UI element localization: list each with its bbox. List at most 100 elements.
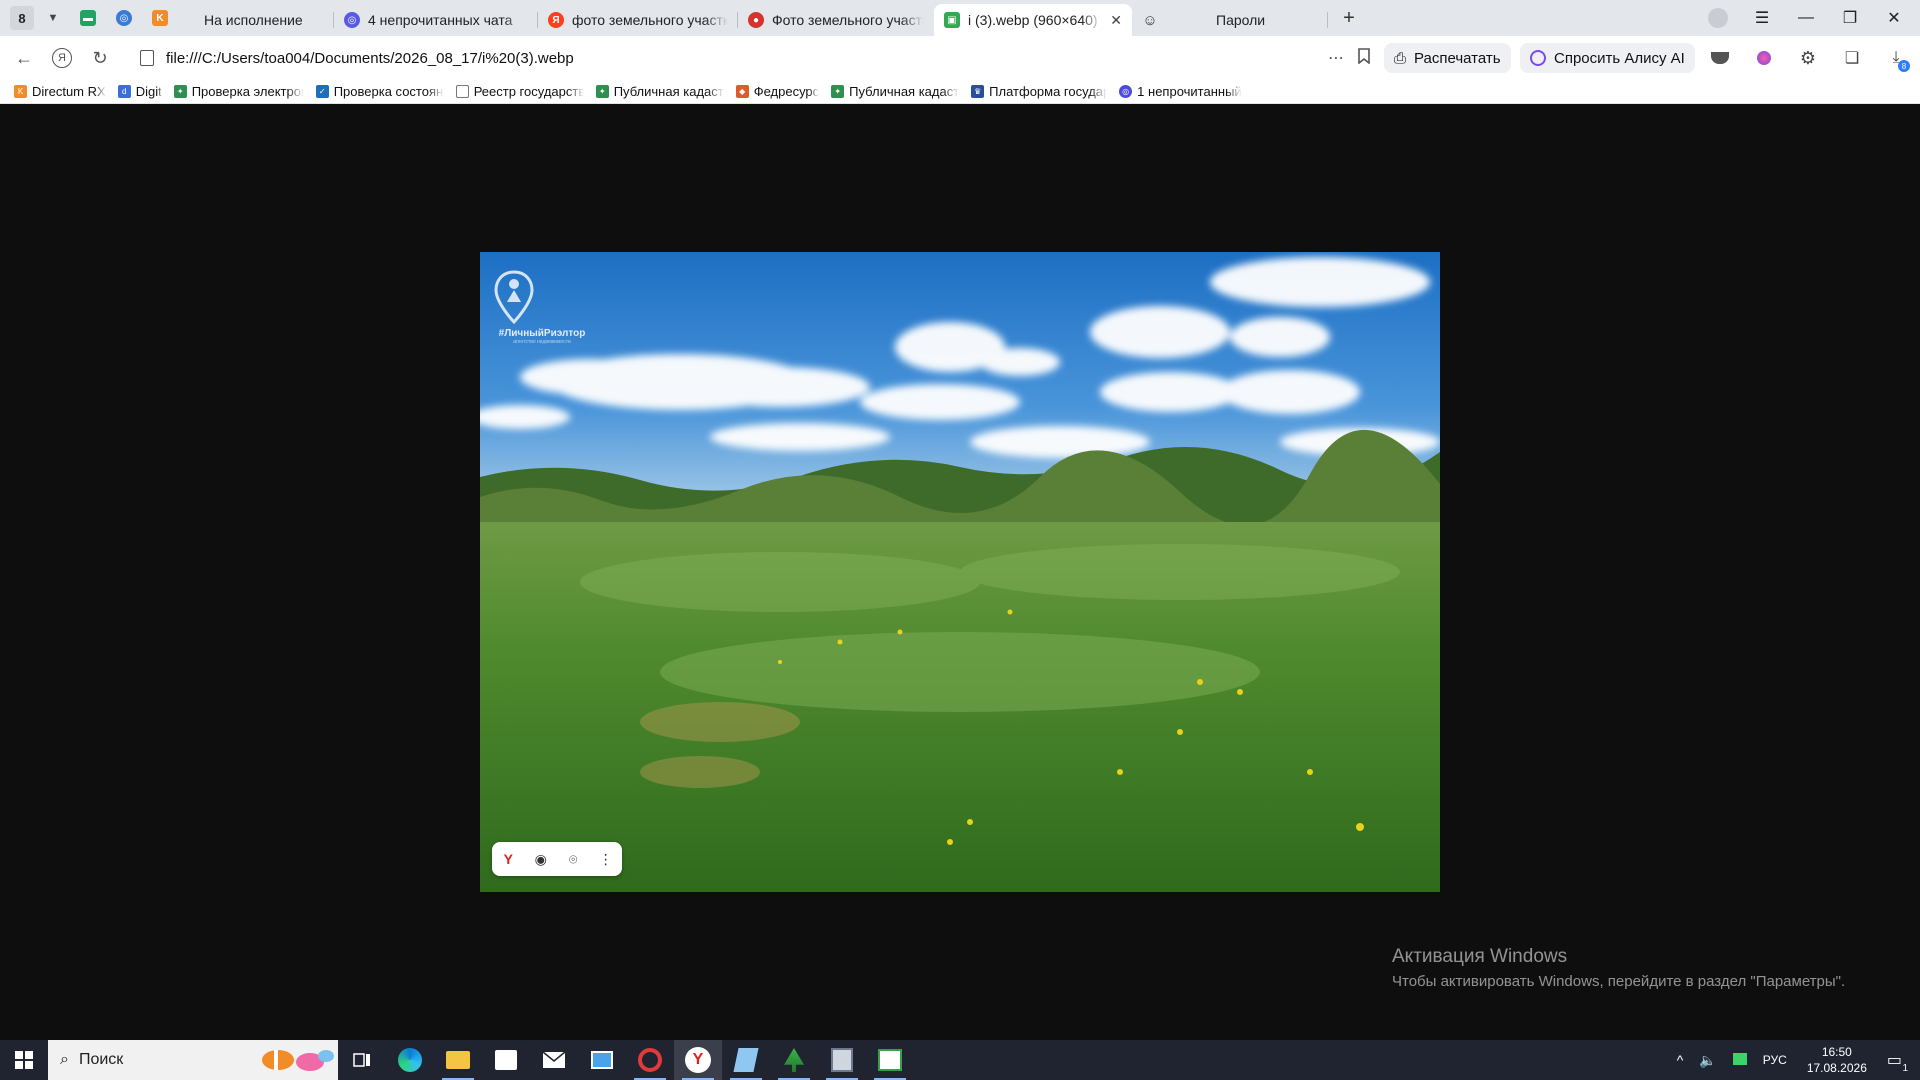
image-viewport: #ЛичныйРиэлтор агентство недвижимости Y …: [0, 104, 1920, 1040]
messenger-icon: ◎: [116, 10, 132, 26]
tab-yandex-search[interactable]: Я фото земельного участка: [538, 5, 738, 35]
extensions-puzzle-icon[interactable]: ⚙: [1796, 46, 1820, 70]
address-url[interactable]: file:///C:/Users/toa004/Documents/2026_0…: [166, 50, 574, 67]
bookmark-favicon-icon: ✓: [315, 85, 329, 98]
mail-icon[interactable]: [530, 1040, 578, 1080]
c-app-icon[interactable]: [626, 1040, 674, 1080]
sheets-icon: ▬: [80, 10, 96, 26]
field-photo[interactable]: #ЛичныйРиэлтор агентство недвижимости Y …: [480, 252, 1440, 892]
volume-muted-icon[interactable]: 🔈: [1699, 1052, 1716, 1069]
address-bar[interactable]: file:///C:/Users/toa004/Documents/2026_0…: [140, 44, 1370, 72]
ask-alice-label: Спросить Алису AI: [1554, 49, 1685, 67]
search-icon: ⌕: [60, 1051, 69, 1068]
bookmark-item[interactable]: ✓Проверка состояния: [315, 84, 444, 99]
store-icon[interactable]: [482, 1040, 530, 1080]
pinned-tab-sheets[interactable]: ▬: [74, 4, 102, 32]
tab-passwords[interactable]: ☺ Пароли: [1132, 5, 1328, 35]
restore-icon[interactable]: ❐: [1828, 0, 1872, 36]
bookmark-item[interactable]: ✦Проверка электронной: [173, 84, 304, 99]
minimize-icon[interactable]: —: [1784, 0, 1828, 36]
file-explorer-icon[interactable]: [434, 1040, 482, 1080]
downloads-icon[interactable]: ⤓ 8: [1884, 46, 1910, 72]
more-vertical-icon[interactable]: ⋮: [594, 847, 618, 871]
close-window-icon[interactable]: ✕: [1872, 0, 1916, 36]
landscape-image: [480, 252, 1440, 892]
passwords-icon: ☺: [1142, 11, 1158, 29]
tab-title: Пароли: [1216, 12, 1266, 28]
taskbar: ⌕ Поиск Y ^ 🔈 РУС 16:50 17.08.2026 ▭ 1: [0, 1040, 1920, 1080]
control-panel-icon[interactable]: [578, 1040, 626, 1080]
tab-land-photo[interactable]: ● Фото земельного участка: [738, 5, 934, 35]
collections-icon[interactable]: ❏: [1840, 46, 1864, 70]
tab-webp-image[interactable]: ▣ i (3).webp (960×640) ✕: [934, 4, 1132, 36]
tab-title: На исполнение: [204, 12, 303, 28]
bookmark-item[interactable]: ✦Публичная кадастровая: [595, 84, 724, 99]
yandex-search-icon[interactable]: Y: [496, 847, 520, 871]
yandex-browser-icon[interactable]: Y: [674, 1040, 722, 1080]
notifications-icon[interactable]: ▭ 1: [1887, 1050, 1908, 1074]
network-icon[interactable]: [1732, 1052, 1747, 1068]
tab-title: i (3).webp (960×640): [968, 12, 1098, 28]
tab-title: фото земельного участка: [572, 12, 728, 28]
tab-list-chevron-icon[interactable]: ▼: [40, 5, 66, 31]
camera-search-icon[interactable]: ⌾: [561, 847, 585, 871]
bookmark-item[interactable]: ◆ Федресурс: [735, 84, 819, 99]
messenger-icon: ◎: [344, 12, 360, 28]
bookmark-item[interactable]: ✦Публичная кадастровая: [831, 84, 959, 99]
activation-subtitle: Чтобы активировать Windows, перейдите в …: [1392, 973, 1846, 990]
network-app-icon[interactable]: [866, 1040, 914, 1080]
watermark-tagline: агентство недвижимости: [513, 339, 571, 345]
close-tab-icon[interactable]: ✕: [1110, 12, 1122, 29]
new-tab-button[interactable]: +: [1336, 5, 1362, 31]
profile-avatar-icon[interactable]: [1696, 0, 1740, 36]
taskbar-search[interactable]: ⌕ Поиск: [48, 1040, 338, 1080]
bookmark-icon[interactable]: [1358, 47, 1370, 69]
extension-shield-icon[interactable]: [1708, 46, 1732, 70]
reload-icon[interactable]: ↻: [84, 42, 116, 74]
search-highlight-image: [256, 1044, 334, 1076]
document-scan-icon[interactable]: [818, 1040, 866, 1080]
tab-strip: 8 ▼ ▬ ◎ K На исполнение ◎ 4 непрочитанны…: [0, 0, 1920, 36]
tab-na-ispolnenie[interactable]: На исполнение: [174, 5, 334, 35]
more-dots-icon[interactable]: ⋯: [1328, 48, 1344, 68]
bookmarks-bar: KDirectum RX dDigit ✦Проверка электронно…: [0, 80, 1920, 104]
tree-app-icon[interactable]: [770, 1040, 818, 1080]
bookmark-item[interactable]: K Directum RX: [14, 84, 106, 99]
bookmark-item[interactable]: Реестр государственной: [455, 84, 584, 99]
ask-alice-button[interactable]: Спросить Алису AI: [1520, 43, 1695, 73]
address-actions: ⋯: [1328, 44, 1370, 72]
printer-icon: ⎙: [1394, 49, 1407, 67]
input-language[interactable]: РУС: [1763, 1053, 1787, 1067]
directum-icon: K: [152, 10, 168, 26]
pinned-tab-messenger[interactable]: ◎: [110, 4, 138, 32]
bookmark-favicon-icon: ✦: [595, 85, 609, 98]
notification-count: 1: [1902, 1063, 1908, 1074]
bookmark-item[interactable]: ◎ 1 непрочитанный: [1119, 84, 1247, 99]
eye-icon[interactable]: ◉: [529, 847, 553, 871]
notepad-icon[interactable]: [722, 1040, 770, 1080]
alice-icon: [1530, 50, 1546, 66]
clock[interactable]: 16:50 17.08.2026: [1807, 1044, 1867, 1076]
bookmark-item[interactable]: d Digit: [117, 84, 162, 99]
print-button[interactable]: ⎙ Распечатать: [1384, 43, 1511, 73]
tab-unread-chats[interactable]: ◎ 4 непрочитанных чата: [334, 5, 538, 35]
bookmark-item[interactable]: ♛Платформа государственных: [971, 84, 1107, 99]
bookmark-favicon-icon: d: [117, 85, 131, 98]
page-icon: [455, 85, 469, 98]
yandex-icon: Я: [548, 12, 564, 28]
window-controls: ☰ — ❐ ✕: [1696, 0, 1916, 36]
task-view-icon[interactable]: [338, 1040, 386, 1080]
tab-count-button[interactable]: 8: [10, 6, 34, 30]
menu-icon[interactable]: ☰: [1740, 0, 1784, 36]
windows-start-icon[interactable]: [0, 1040, 48, 1080]
show-hidden-icons-icon[interactable]: ^: [1677, 1052, 1684, 1068]
tab-title: Фото земельного участка: [772, 12, 924, 28]
search-label: Поиск: [78, 1051, 124, 1068]
yandex-protect-icon[interactable]: Я: [46, 42, 78, 74]
edge-browser-icon[interactable]: [386, 1040, 434, 1080]
file-icon: [140, 50, 154, 66]
pinned-tab-directum[interactable]: K: [146, 4, 174, 32]
extension-circle-icon[interactable]: [1752, 46, 1776, 70]
back-icon[interactable]: ←: [8, 42, 40, 74]
print-label: Распечатать: [1414, 49, 1501, 67]
